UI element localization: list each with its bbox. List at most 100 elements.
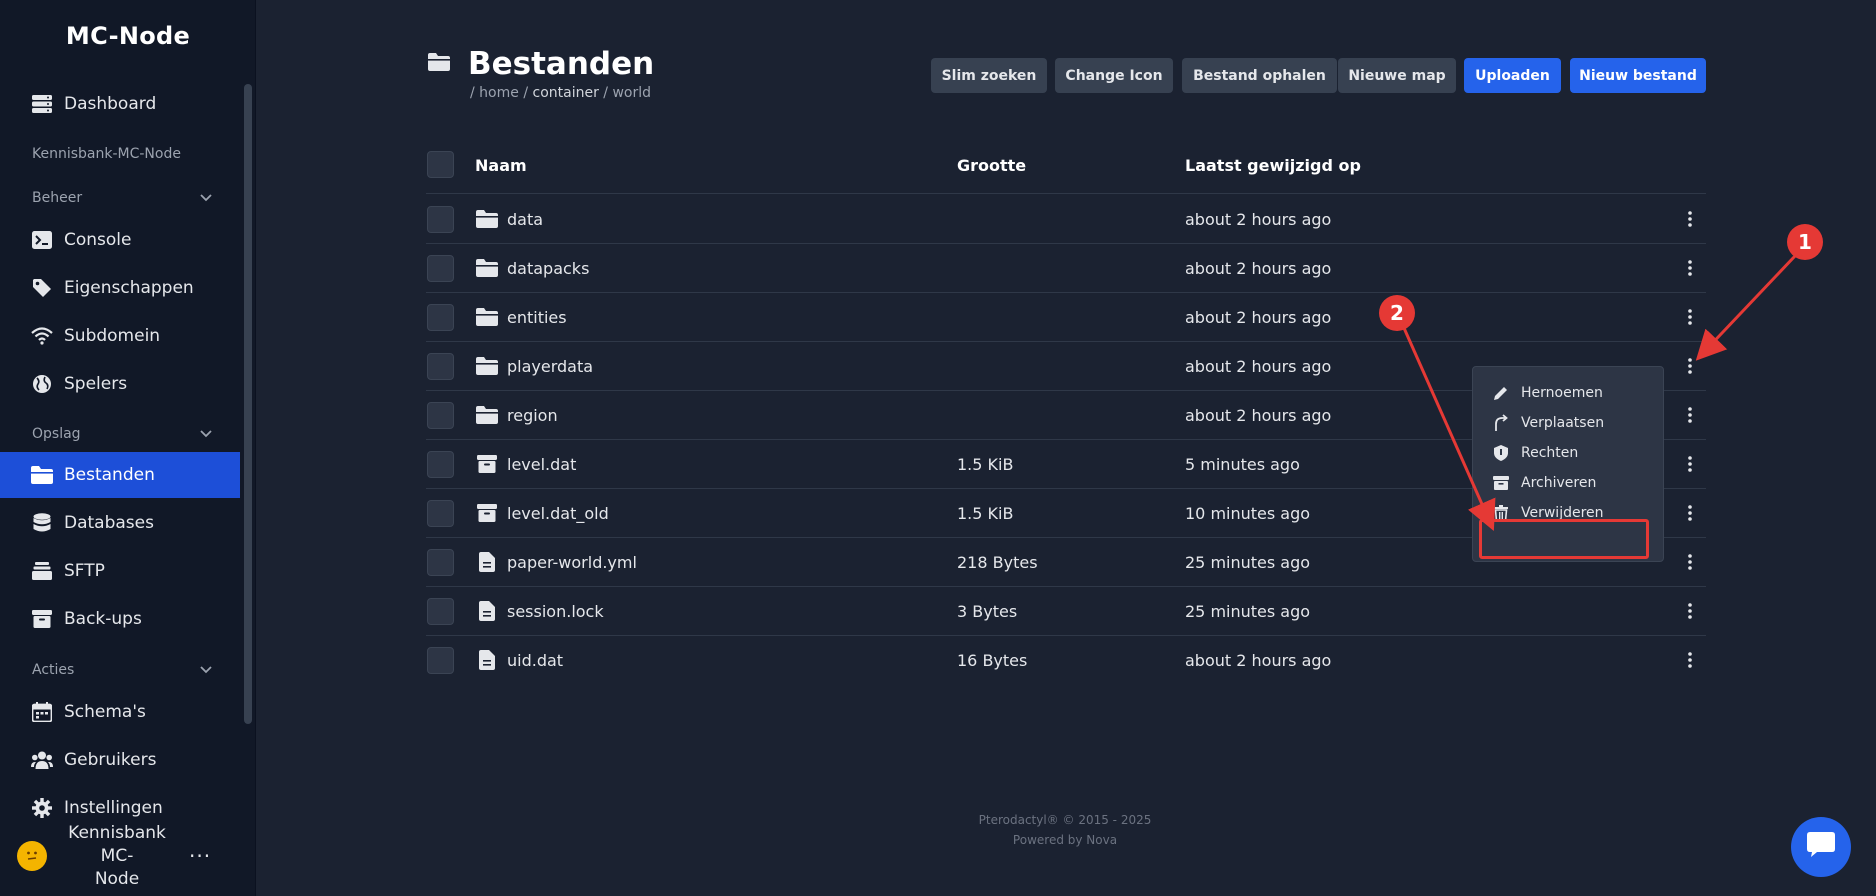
menu-item-permissions[interactable]: Rechten bbox=[1483, 438, 1653, 468]
more-options-icon[interactable] bbox=[1678, 403, 1702, 427]
file-name[interactable]: level.dat bbox=[507, 440, 576, 489]
file-name[interactable]: paper-world.yml bbox=[507, 538, 637, 587]
column-modified[interactable]: Laatst gewijzigd op bbox=[1185, 148, 1361, 182]
chat-button[interactable] bbox=[1791, 817, 1851, 877]
more-options-icon[interactable] bbox=[1678, 648, 1702, 672]
user-menu-button[interactable]: ··· bbox=[189, 844, 211, 868]
file-modified: about 2 hours ago bbox=[1185, 210, 1332, 229]
table-row[interactable]: data about 2 hours ago bbox=[426, 195, 1706, 244]
row-checkbox[interactable] bbox=[427, 206, 454, 233]
sidebar-item-databases[interactable]: Databases bbox=[0, 500, 240, 546]
file-icon bbox=[475, 551, 499, 573]
sidebar-item-label: Databases bbox=[64, 513, 154, 533]
folder-icon bbox=[475, 208, 499, 230]
file-name[interactable]: level.dat_old bbox=[507, 489, 609, 538]
more-options-icon[interactable] bbox=[1678, 256, 1702, 280]
row-checkbox[interactable] bbox=[427, 304, 454, 331]
more-options-icon[interactable] bbox=[1678, 354, 1702, 378]
sidebar-item-gebruikers[interactable]: Gebruikers bbox=[0, 737, 240, 783]
row-checkbox[interactable] bbox=[427, 598, 454, 625]
sidebar-item-label: Dashboard bbox=[64, 94, 157, 114]
file-name[interactable]: datapacks bbox=[507, 244, 589, 293]
row-checkbox[interactable] bbox=[427, 451, 454, 478]
sidebar-item-dashboard[interactable]: Dashboard bbox=[0, 81, 240, 127]
file-icon bbox=[475, 600, 499, 622]
file-name[interactable]: uid.dat bbox=[507, 636, 563, 685]
table-row[interactable]: datapacks about 2 hours ago bbox=[426, 244, 1706, 293]
file-name[interactable]: entities bbox=[507, 293, 567, 342]
smart-search-button[interactable]: Slim zoeken bbox=[931, 58, 1047, 93]
more-options-icon[interactable] bbox=[1678, 305, 1702, 329]
server-name: Kennisbank-MC-Node bbox=[32, 146, 181, 162]
sidebar-item-eigenschappen[interactable]: Eigenschappen bbox=[0, 265, 240, 311]
section-beheer[interactable]: Beheer bbox=[32, 187, 212, 209]
breadcrumb-home[interactable]: home bbox=[479, 85, 519, 101]
change-icon-button[interactable]: Change Icon bbox=[1055, 58, 1173, 93]
file-modified: 25 minutes ago bbox=[1185, 602, 1311, 621]
sidebar-item-back-ups[interactable]: Back-ups bbox=[0, 596, 240, 642]
file-modified: 5 minutes ago bbox=[1185, 455, 1300, 474]
shield-icon bbox=[1491, 443, 1511, 463]
file-modified: about 2 hours ago bbox=[1185, 651, 1332, 670]
sidebar: MC-Node Dashboard Kennisbank-MC-Node Beh… bbox=[0, 0, 256, 896]
sidebar-item-bestanden[interactable]: Bestanden bbox=[0, 452, 240, 498]
section-opslag[interactable]: Opslag bbox=[32, 423, 212, 445]
page-title: Bestanden bbox=[428, 46, 654, 82]
row-checkbox[interactable] bbox=[427, 549, 454, 576]
more-options-icon[interactable] bbox=[1678, 550, 1702, 574]
more-options-icon[interactable] bbox=[1678, 501, 1702, 525]
sidebar-item-subdomein[interactable]: Subdomein bbox=[0, 313, 240, 359]
row-checkbox[interactable] bbox=[427, 647, 454, 674]
folder-icon bbox=[475, 257, 499, 279]
menu-item-rename[interactable]: Hernoemen bbox=[1483, 378, 1653, 408]
sidebar-item-spelers[interactable]: Spelers bbox=[0, 361, 240, 407]
breadcrumb-container[interactable]: container bbox=[533, 85, 599, 101]
sidebar-item-sftp[interactable]: SFTP bbox=[0, 548, 240, 594]
sidebar-scrollbar[interactable] bbox=[244, 84, 252, 724]
folder-icon bbox=[475, 306, 499, 328]
file-name[interactable]: region bbox=[507, 391, 558, 440]
file-size: 218 Bytes bbox=[957, 553, 1038, 572]
menu-item-archive[interactable]: Archiveren bbox=[1483, 468, 1653, 498]
more-options-icon[interactable] bbox=[1678, 599, 1702, 623]
file-icon bbox=[475, 649, 499, 671]
fetch-file-button[interactable]: Bestand ophalen bbox=[1182, 58, 1337, 93]
menu-item-move[interactable]: Verplaatsen bbox=[1483, 408, 1653, 438]
column-name[interactable]: Naam bbox=[475, 148, 527, 182]
stack-icon bbox=[30, 559, 54, 583]
file-name[interactable]: session.lock bbox=[507, 587, 604, 636]
sidebar-item-console[interactable]: Console bbox=[0, 217, 240, 263]
upload-button[interactable]: Uploaden bbox=[1464, 58, 1561, 93]
file-modified: about 2 hours ago bbox=[1185, 406, 1332, 425]
column-size[interactable]: Grootte bbox=[957, 148, 1026, 182]
new-file-button[interactable]: Nieuw bestand bbox=[1570, 58, 1706, 93]
file-modified: about 2 hours ago bbox=[1185, 357, 1332, 376]
archive-icon bbox=[475, 453, 499, 475]
table-header: Naam Grootte Laatst gewijzigd op bbox=[426, 148, 1706, 194]
archive-icon bbox=[475, 502, 499, 524]
sidebar-item-schemas[interactable]: Schema's bbox=[0, 689, 240, 735]
brand-title[interactable]: MC-Node bbox=[0, 22, 256, 50]
table-row[interactable]: entities about 2 hours ago bbox=[426, 293, 1706, 342]
row-checkbox[interactable] bbox=[427, 353, 454, 380]
avatar[interactable] bbox=[17, 841, 47, 871]
annotation-marker-2: 2 bbox=[1379, 295, 1415, 331]
move-icon bbox=[1491, 413, 1511, 433]
file-name[interactable]: data bbox=[507, 195, 543, 244]
page-title-text: Bestanden bbox=[468, 46, 655, 82]
tag-icon bbox=[30, 276, 54, 300]
new-folder-button[interactable]: Nieuwe map bbox=[1338, 58, 1456, 93]
table-row[interactable]: session.lock 3 Bytes 25 minutes ago bbox=[426, 587, 1706, 636]
more-options-icon[interactable] bbox=[1678, 452, 1702, 476]
select-all-checkbox[interactable] bbox=[427, 151, 454, 178]
table-row[interactable]: uid.dat 16 Bytes about 2 hours ago bbox=[426, 636, 1706, 685]
section-acties[interactable]: Acties bbox=[32, 659, 212, 681]
sidebar-item-label: Back-ups bbox=[64, 609, 142, 629]
file-modified: about 2 hours ago bbox=[1185, 308, 1332, 327]
more-options-icon[interactable] bbox=[1678, 207, 1702, 231]
row-checkbox[interactable] bbox=[427, 402, 454, 429]
chat-icon bbox=[1807, 832, 1835, 862]
row-checkbox[interactable] bbox=[427, 255, 454, 282]
row-checkbox[interactable] bbox=[427, 500, 454, 527]
file-name[interactable]: playerdata bbox=[507, 342, 593, 391]
